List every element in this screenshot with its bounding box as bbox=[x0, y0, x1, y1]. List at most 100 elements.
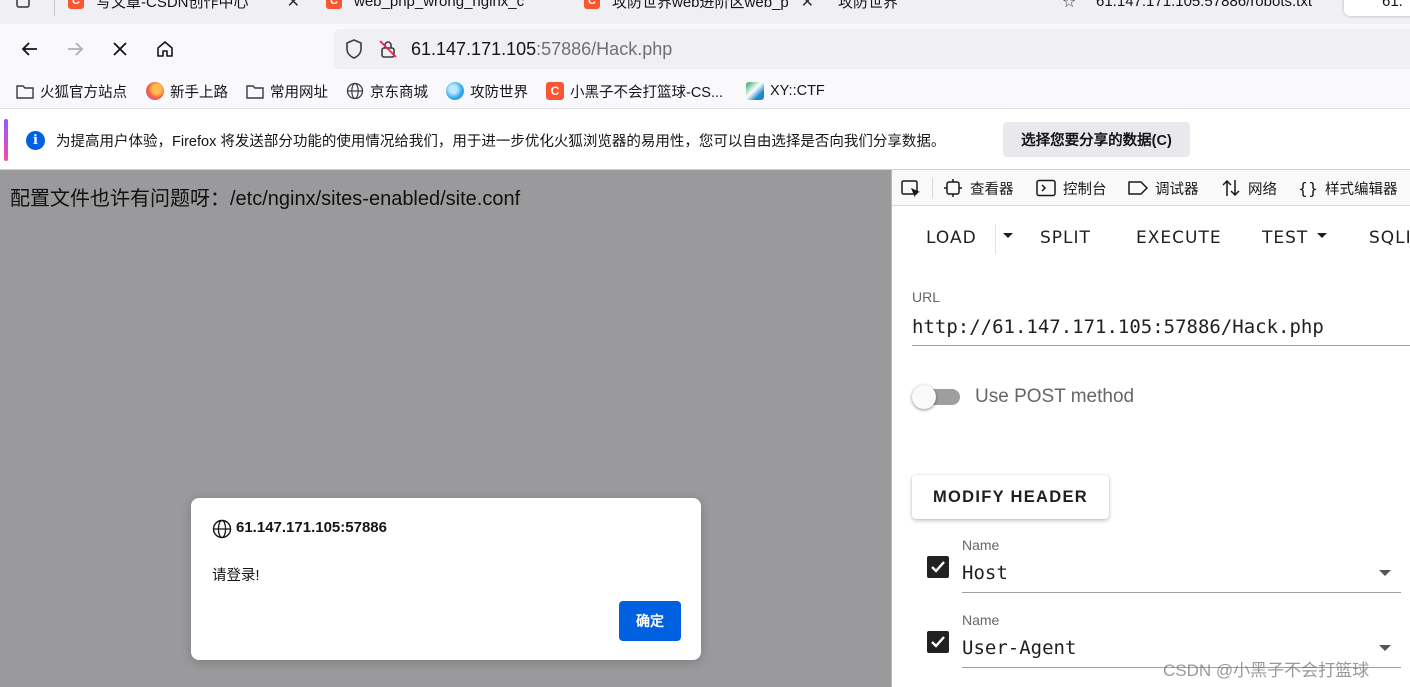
tab-strip: C 写文章-CSDN创作中心 ✕ C web_php_wrong_nginx_c… bbox=[0, 0, 1410, 24]
header-name-label: Name bbox=[962, 537, 1000, 553]
tab-title: 61.147.171.105:57886/robots.txt bbox=[1096, 0, 1313, 10]
notification-accent bbox=[4, 119, 8, 161]
bookmark-csdn-blog[interactable]: C 小黑子不会打篮球-CS... bbox=[546, 81, 723, 101]
alert-dialog: 61.147.171.105:57886 请登录! 确定 bbox=[191, 498, 701, 660]
close-icon[interactable]: ✕ bbox=[287, 0, 300, 12]
bookmark-label: 京东商城 bbox=[370, 84, 428, 101]
tab-list-icon[interactable] bbox=[8, 0, 38, 16]
tab-title: 61. bbox=[1382, 0, 1403, 10]
url-host: 61.147.171.105 bbox=[411, 39, 537, 59]
header-name-select[interactable]: Host bbox=[962, 562, 1008, 584]
globe-icon bbox=[346, 82, 364, 100]
bookmark-jd[interactable]: 京东商城 bbox=[346, 81, 428, 101]
csdn-icon: C bbox=[584, 0, 600, 9]
post-method-label: Use POST method bbox=[975, 386, 1135, 407]
inspector-icon bbox=[942, 178, 964, 198]
tab-label: 调试器 bbox=[1155, 181, 1199, 198]
address-bar[interactable]: 61.147.171.105:57886/Hack.php bbox=[334, 29, 1410, 69]
bookmarks-bar: 火狐官方站点 新手上路 常用网址 京东商城 攻防世界 C 小黑子不会打篮球-CS… bbox=[0, 74, 1410, 108]
url-field-label: URL bbox=[912, 289, 941, 305]
devtools-toolbar: 查看器 控制台 调试器 网络 {} 样式编辑器 bbox=[892, 170, 1410, 206]
tab-active[interactable]: 61. bbox=[1344, 0, 1410, 16]
bookmark-firefox-site[interactable]: 火狐官方站点 bbox=[16, 81, 127, 101]
bookmark-xyctf[interactable]: XY::CTF bbox=[746, 81, 825, 101]
checkbox-checked-icon[interactable] bbox=[927, 556, 949, 578]
bookmark-label: 新手上路 bbox=[170, 84, 228, 101]
load-button[interactable]: LOAD bbox=[926, 228, 977, 248]
execute-button[interactable]: EXECUTE bbox=[1136, 228, 1222, 248]
tab-web-php[interactable]: C web_php_wrong_nginx_c bbox=[326, 0, 556, 16]
post-method-toggle[interactable] bbox=[912, 385, 960, 409]
bookmark-adworld[interactable]: 攻防世界 bbox=[446, 81, 528, 101]
dropdown-arrow-icon[interactable] bbox=[1379, 645, 1391, 651]
shield-icon[interactable] bbox=[344, 39, 364, 59]
dialog-message: 请登录! bbox=[212, 568, 260, 584]
tab-console[interactable]: 控制台 bbox=[1035, 178, 1107, 198]
tab-debugger[interactable]: 调试器 bbox=[1127, 178, 1199, 198]
tab-robots[interactable]: 61.147.171.105:57886/robots.txt ☆ bbox=[1062, 0, 1330, 16]
tab-title: 写文章-CSDN创作中心 bbox=[96, 0, 249, 11]
tab-csdn-editor[interactable]: C 写文章-CSDN创作中心 ✕ bbox=[68, 0, 300, 16]
test-button[interactable]: TEST bbox=[1262, 228, 1308, 248]
split-button[interactable]: SPLIT bbox=[1040, 228, 1091, 248]
url-path: :57886/Hack.php bbox=[536, 39, 673, 59]
xyctf-icon bbox=[746, 82, 764, 100]
star-icon: ☆ bbox=[1062, 0, 1077, 11]
header-name-select[interactable]: User-Agent bbox=[962, 637, 1076, 659]
dialog-origin: 61.147.171.105:57886 bbox=[236, 519, 387, 536]
insecure-lock-icon[interactable] bbox=[378, 39, 398, 59]
choose-data-button[interactable]: 选择您要分享的数据(C) bbox=[1003, 122, 1190, 157]
csdn-icon: C bbox=[546, 82, 564, 100]
stop-button[interactable] bbox=[105, 34, 135, 64]
tab-label: 控制台 bbox=[1063, 181, 1107, 198]
close-icon[interactable]: ✕ bbox=[801, 0, 814, 12]
url-field[interactable]: http://61.147.171.105:57886/Hack.php bbox=[912, 316, 1324, 338]
csdn-icon: C bbox=[326, 0, 342, 9]
firefox-icon bbox=[146, 82, 164, 100]
globe-icon bbox=[212, 519, 232, 539]
forward-button[interactable] bbox=[60, 34, 90, 64]
bookmark-label: XY::CTF bbox=[770, 83, 825, 99]
toggle-thumb bbox=[912, 385, 936, 409]
url-text: 61.147.171.105:57886/Hack.php bbox=[411, 39, 672, 60]
bookmark-getting-started[interactable]: 新手上路 bbox=[146, 81, 228, 101]
bookmark-label: 常用网址 bbox=[270, 84, 328, 101]
tab-label: 样式编辑器 bbox=[1325, 181, 1398, 198]
tab-label: 网络 bbox=[1248, 181, 1277, 198]
tab-network[interactable]: 网络 bbox=[1220, 178, 1277, 198]
tab-title: web_php_wrong_nginx_c bbox=[354, 0, 525, 10]
back-button[interactable] bbox=[15, 34, 45, 64]
tab-adworld-web[interactable]: C 攻防世界web进阶区web_p ✕ bbox=[584, 0, 814, 16]
page-content: 配置文件也许有问题呀：/etc/nginx/sites-enabled/site… bbox=[0, 170, 891, 687]
load-dropdown-icon[interactable] bbox=[1003, 233, 1013, 238]
console-icon bbox=[1035, 178, 1057, 198]
select-underline bbox=[962, 592, 1401, 593]
home-button[interactable] bbox=[150, 34, 180, 64]
bookmark-label: 火狐官方站点 bbox=[40, 84, 127, 101]
element-picker-icon[interactable] bbox=[900, 178, 922, 200]
folder-icon bbox=[246, 82, 264, 100]
url-field-underline bbox=[912, 345, 1410, 346]
tab-title: 攻防世界web进阶区web_p bbox=[612, 0, 789, 11]
nav-bar: 61.147.171.105:57886/Hack.php bbox=[0, 24, 1410, 74]
test-dropdown-icon[interactable] bbox=[1317, 233, 1327, 238]
network-icon bbox=[1220, 178, 1242, 198]
bookmark-common-sites[interactable]: 常用网址 bbox=[246, 81, 328, 101]
telemetry-notification: i 为提高用户体验，Firefox 将发送部分功能的使用情况给我们，用于进一步优… bbox=[0, 108, 1410, 170]
tab-adworld[interactable]: 攻防世界 bbox=[838, 0, 1038, 16]
braces-icon: {} bbox=[1297, 178, 1319, 198]
checkbox-checked-icon[interactable] bbox=[927, 631, 949, 653]
sqli-button[interactable]: SQLI bbox=[1369, 228, 1410, 248]
tab-inspector[interactable]: 查看器 bbox=[942, 178, 1014, 198]
devtools-panel: 查看器 控制台 调试器 网络 {} 样式编辑器 LOAD SPLIT EXECU… bbox=[891, 170, 1410, 687]
modify-header-button[interactable]: MODIFY HEADER bbox=[912, 475, 1109, 519]
tab-label: 查看器 bbox=[970, 181, 1014, 198]
tab-title: 攻防世界 bbox=[838, 0, 899, 11]
ok-button[interactable]: 确定 bbox=[619, 601, 681, 641]
tab-style-editor[interactable]: {} 样式编辑器 bbox=[1297, 178, 1398, 198]
hackbar-menu: LOAD SPLIT EXECUTE TEST SQLI bbox=[892, 206, 1410, 266]
notification-text: 为提高用户体验，Firefox 将发送部分功能的使用情况给我们，用于进一步优化火… bbox=[56, 134, 946, 150]
dropdown-arrow-icon[interactable] bbox=[1379, 570, 1391, 576]
folder-icon bbox=[16, 82, 34, 100]
bookmark-label: 攻防世界 bbox=[470, 84, 528, 101]
